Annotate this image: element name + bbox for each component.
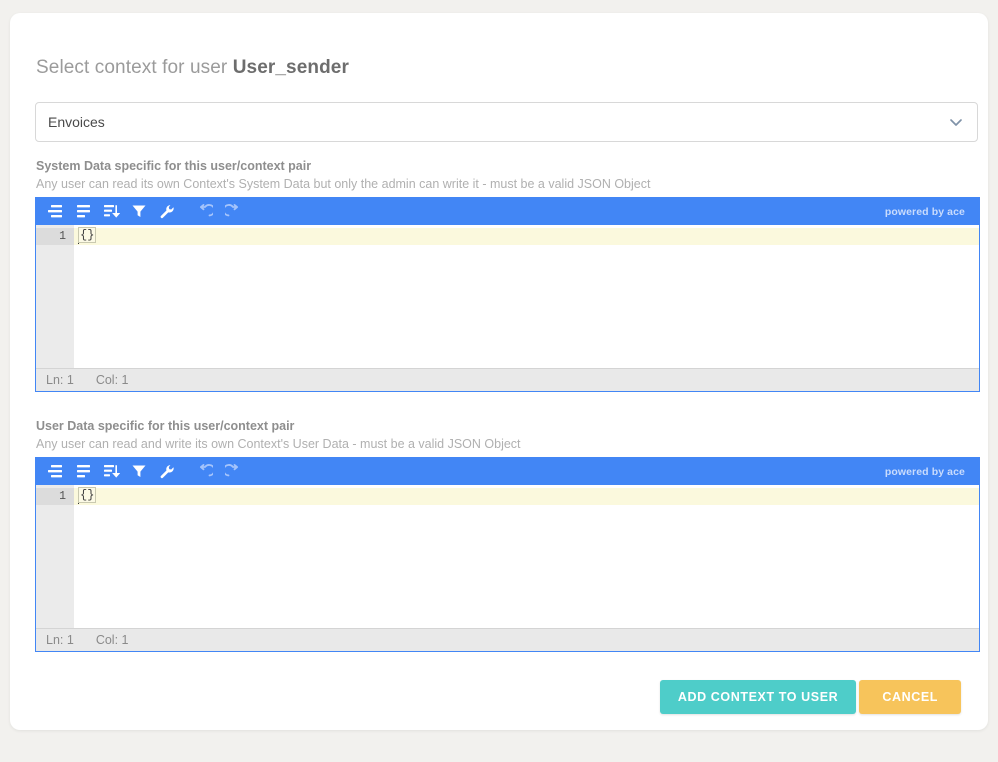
page-title-prefix: Select context for user	[36, 57, 228, 78]
transform-wrench-icon[interactable]	[154, 200, 180, 223]
system-data-editor-toolbar: powered by ace	[36, 198, 979, 225]
context-select-wrapper: Envoices	[35, 102, 978, 142]
user-data-status-bar: Ln: 1 Col: 1	[36, 628, 979, 651]
redo-icon[interactable]	[220, 200, 246, 223]
system-data-description: Any user can read its own Context's Syst…	[36, 177, 651, 191]
redo-icon[interactable]	[220, 460, 246, 483]
filter-icon[interactable]	[126, 200, 152, 223]
add-context-to-user-button[interactable]: ADD CONTEXT TO USER	[659, 680, 857, 714]
sort-icon[interactable]	[98, 460, 124, 483]
sort-icon[interactable]	[98, 200, 124, 223]
gutter-line-number: 1	[36, 488, 74, 505]
compact-json-icon[interactable]	[70, 460, 96, 483]
chevron-down-icon	[947, 113, 965, 131]
dialog-footer: ADD CONTEXT TO USER CANCEL	[35, 680, 963, 714]
undo-icon[interactable]	[192, 460, 218, 483]
cancel-button[interactable]: CANCEL	[859, 680, 961, 714]
system-data-editor-body[interactable]: 1 {}	[36, 225, 979, 368]
format-json-icon[interactable]	[42, 460, 68, 483]
system-data-json-editor[interactable]: powered by ace 1 {} Ln: 1 Col: 1	[35, 197, 980, 392]
undo-icon[interactable]	[192, 200, 218, 223]
section-user-data: User Data specific for this user/context…	[35, 418, 980, 652]
user-data-json-editor[interactable]: powered by ace 1 {} Ln: 1 Col: 1	[35, 457, 980, 652]
compact-json-icon[interactable]	[70, 200, 96, 223]
status-line: Ln: 1	[46, 633, 74, 647]
page-title-username: User_sender	[232, 57, 349, 78]
code-line[interactable]: {}	[74, 227, 979, 245]
code-line[interactable]: {}	[74, 487, 979, 505]
user-data-editor-toolbar: powered by ace	[36, 458, 979, 485]
context-dialog-card: Select context for user User_sender Envo…	[10, 13, 988, 730]
section-system-data: System Data specific for this user/conte…	[35, 158, 980, 392]
user-data-code-area[interactable]: {}	[74, 485, 979, 628]
gutter-line-number: 1	[36, 228, 74, 245]
context-select-value: Envoices	[48, 114, 105, 130]
system-data-gutter: 1	[36, 225, 74, 368]
status-line: Ln: 1	[46, 373, 74, 387]
user-data-description: Any user can read and write its own Cont…	[36, 437, 521, 451]
user-data-label: User Data specific for this user/context…	[36, 419, 295, 433]
system-data-label: System Data specific for this user/conte…	[36, 159, 312, 173]
status-column: Col: 1	[95, 373, 129, 387]
code-line-content: {}	[78, 227, 97, 243]
system-data-status-bar: Ln: 1 Col: 1	[36, 368, 979, 391]
format-json-icon[interactable]	[42, 200, 68, 223]
filter-icon[interactable]	[126, 460, 152, 483]
status-column: Col: 1	[95, 633, 129, 647]
ace-brand-label: powered by ace	[884, 465, 965, 478]
user-data-gutter: 1	[36, 485, 74, 628]
code-line-content: {}	[78, 487, 97, 503]
context-select[interactable]: Envoices	[35, 102, 978, 142]
ace-brand-label: powered by ace	[884, 205, 965, 218]
transform-wrench-icon[interactable]	[154, 460, 180, 483]
user-data-editor-body[interactable]: 1 {}	[36, 485, 979, 628]
system-data-code-area[interactable]: {}	[74, 225, 979, 368]
page-title: Select context for user User_sender	[36, 57, 963, 79]
